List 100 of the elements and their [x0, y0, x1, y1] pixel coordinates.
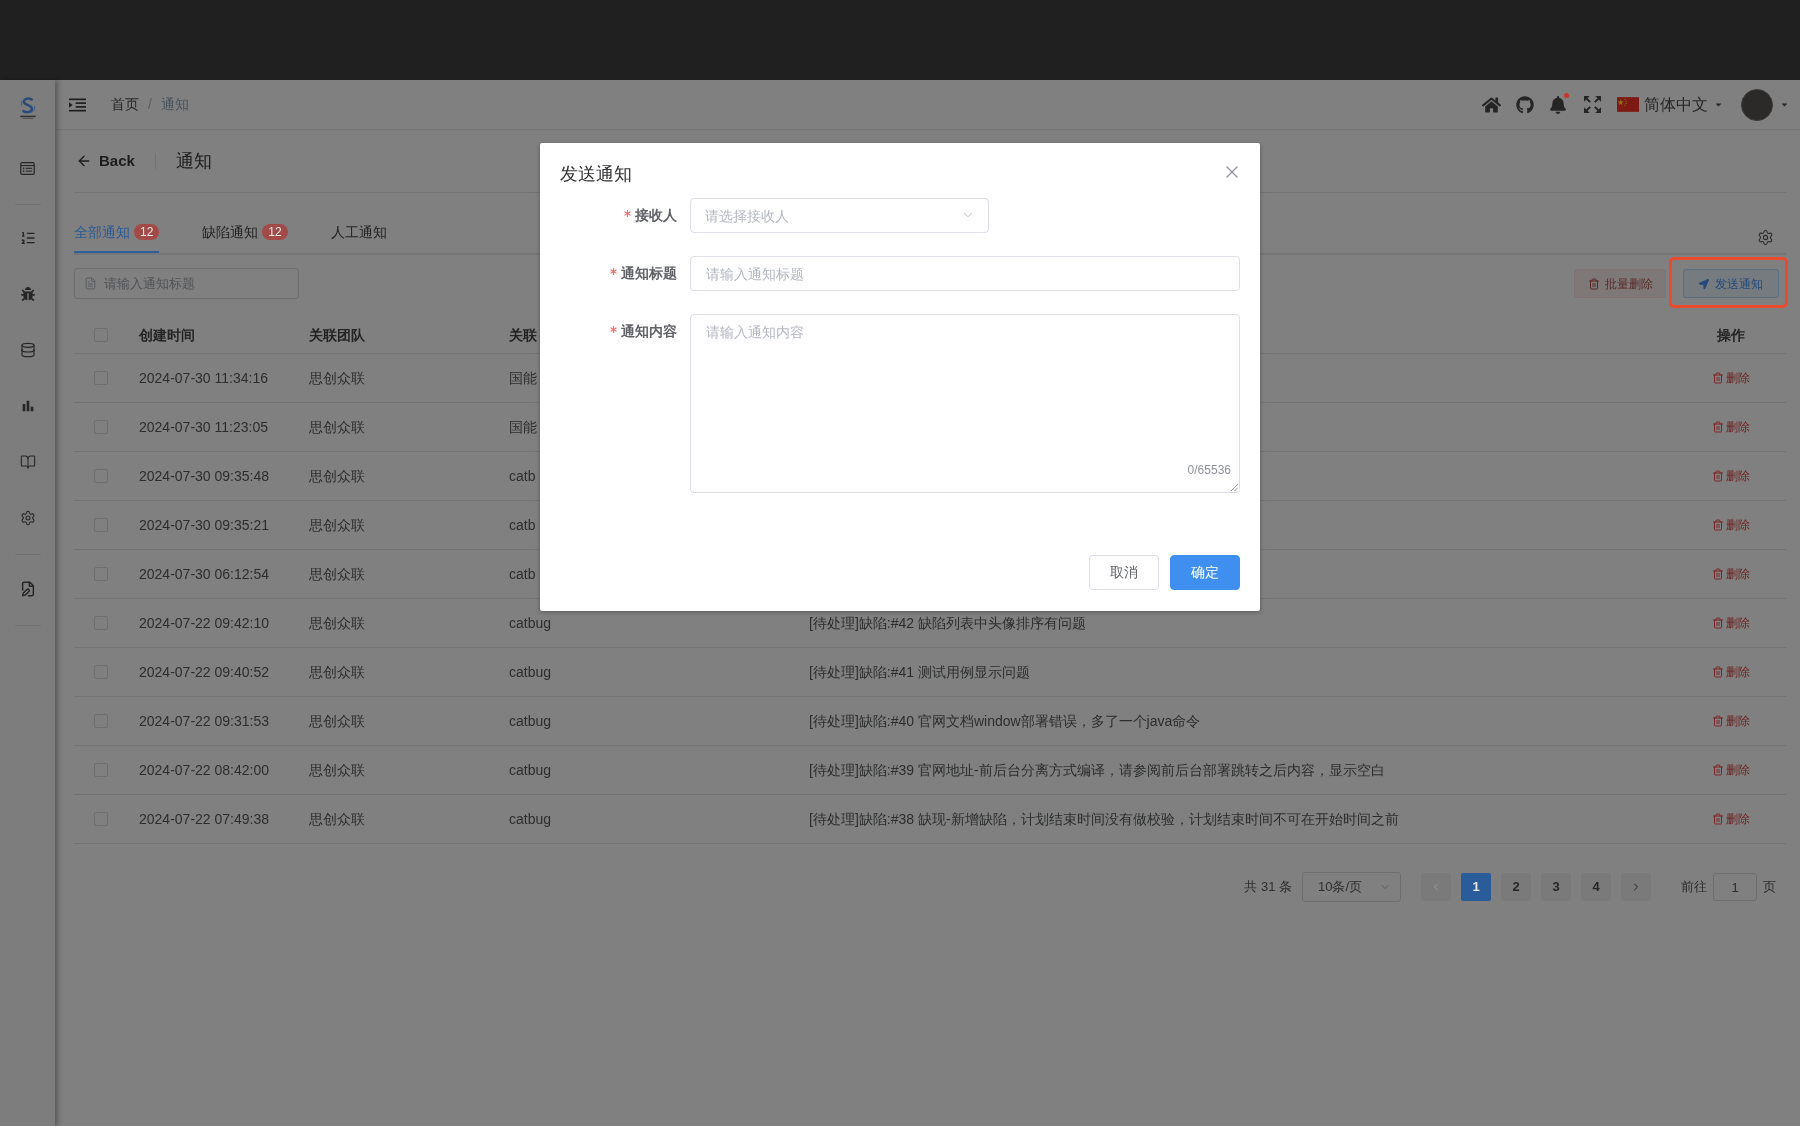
- delete-link[interactable]: 删除: [1712, 810, 1750, 828]
- table-cell: 思创众联: [309, 517, 365, 533]
- table-cell: [待处理]缺陷:#41 测试用例显示问题: [809, 664, 1030, 680]
- char-counter: 0/65536: [1187, 462, 1231, 479]
- breadcrumb-link[interactable]: 首页: [111, 94, 139, 115]
- count-badge: 12: [262, 224, 288, 240]
- cancel-button[interactable]: 取消: [1089, 555, 1159, 590]
- table-cell: 2024-07-22 07:49:38: [139, 811, 269, 827]
- table-cell: catb: [509, 517, 536, 533]
- trash-icon: [1712, 813, 1724, 825]
- column-header: 关联: [509, 326, 537, 343]
- bell-icon[interactable]: [1550, 96, 1566, 114]
- caret-icon: [1714, 100, 1723, 109]
- page-input[interactable]: 1: [1713, 873, 1757, 901]
- column-header: 创建时间: [139, 326, 195, 343]
- field-label: 通知标题: [621, 264, 677, 283]
- table-cell: 2024-07-30 11:23:05: [139, 419, 268, 435]
- dialog-title: 发送通知: [560, 163, 632, 186]
- table-cell: 2024-07-30 11:34:16: [139, 370, 268, 386]
- fullscreen-icon[interactable]: [1584, 96, 1601, 113]
- table-cell: [待处理]缺陷:#38 缺现-新增缺陷，计划结束时间没有做校验，计划结束时间不可在开始时间之前: [809, 811, 1399, 827]
- table-cell: 2024-07-22 08:42:00: [139, 762, 269, 778]
- settings-icon[interactable]: [1757, 229, 1774, 246]
- delete-link[interactable]: 删除: [1712, 565, 1750, 583]
- breadcrumb-separator: /: [148, 95, 152, 114]
- logo-icon: [17, 96, 38, 120]
- table-cell: 思创众联: [309, 713, 365, 729]
- table-cell: 思创众联: [309, 664, 365, 680]
- trash-icon: [1712, 470, 1724, 482]
- delete-link[interactable]: 删除: [1712, 712, 1750, 730]
- back-button[interactable]: Back: [76, 149, 135, 173]
- page-button[interactable]: 2: [1501, 873, 1531, 901]
- table-cell: catb: [509, 566, 536, 582]
- language-select[interactable]: 简体中文: [1617, 92, 1723, 117]
- page-button[interactable]: 4: [1581, 873, 1611, 901]
- table-cell: catbug: [509, 811, 552, 827]
- trash-icon: [1712, 666, 1724, 678]
- count-badge: 12: [134, 224, 160, 240]
- page-button[interactable]: 1: [1461, 873, 1491, 901]
- column-header: 关联团队: [309, 326, 365, 343]
- user-menu[interactable]: [1741, 88, 1789, 121]
- table-cell: 思创众联: [309, 370, 365, 386]
- close-icon[interactable]: [1226, 166, 1238, 178]
- delete-link[interactable]: 删除: [1712, 663, 1750, 681]
- trash-icon: [1712, 617, 1724, 629]
- table-cell: 2024-07-22 09:31:53: [139, 713, 269, 729]
- delete-link[interactable]: 删除: [1712, 467, 1750, 485]
- table-cell: 国能: [509, 419, 537, 435]
- delete-link[interactable]: 删除: [1712, 369, 1750, 387]
- delete-link[interactable]: 删除: [1712, 516, 1750, 534]
- field-label: 通知内容: [621, 322, 677, 341]
- table-cell: [待处理]缺陷:#39 官网地址-前后台分离方式编译，请参阅前后台部署跳转之后内容，显示空白: [809, 762, 1385, 778]
- database-icon[interactable]: [19, 342, 36, 358]
- table-cell: 思创众联: [309, 811, 365, 827]
- delete-link[interactable]: 删除: [1712, 761, 1750, 779]
- confirm-button[interactable]: 确定: [1170, 555, 1240, 590]
- bug-icon[interactable]: [20, 287, 35, 301]
- table-cell: 2024-07-30 06:12:54: [139, 566, 269, 582]
- trash-icon: [1712, 372, 1724, 384]
- document-icon: [84, 277, 97, 290]
- arrow-left-icon: [76, 153, 92, 169]
- trash-icon: [1712, 519, 1724, 531]
- page-button[interactable]: 3: [1541, 873, 1571, 901]
- table-cell: 2024-07-30 09:35:21: [139, 517, 269, 533]
- table-cell: 国能: [509, 370, 537, 386]
- table-cell: 思创众联: [309, 419, 365, 435]
- trash-icon: [1712, 421, 1724, 433]
- send-notification-button[interactable]: 发送通知: [1683, 269, 1779, 298]
- table-cell: 思创众联: [309, 566, 365, 582]
- menu-toggle-icon[interactable]: [69, 97, 86, 112]
- title-input[interactable]: 请输入通知标题: [690, 256, 1240, 291]
- recipient-select[interactable]: 请选择接收人: [690, 198, 989, 233]
- book-icon[interactable]: [19, 454, 36, 470]
- table-cell: catbug: [509, 762, 552, 778]
- delete-link[interactable]: 删除: [1712, 418, 1750, 436]
- trash-icon: [1712, 715, 1724, 727]
- delete-link[interactable]: 删除: [1712, 614, 1750, 632]
- table-cell: 思创众联: [309, 615, 365, 631]
- trash-icon: [1712, 568, 1724, 580]
- document-edit-icon[interactable]: [19, 581, 36, 597]
- paper-plane-icon: [1699, 278, 1709, 289]
- table-cell: catb: [509, 468, 536, 484]
- github-icon[interactable]: [1516, 95, 1534, 114]
- tab[interactable]: 人工通知: [330, 213, 387, 253]
- table-cell: 2024-07-22 09:40:52: [139, 664, 269, 680]
- page-title: 通知: [175, 149, 212, 173]
- tab[interactable]: 缺陷通知 12: [202, 213, 288, 253]
- settings-icon[interactable]: [19, 510, 36, 526]
- trash-icon: [1587, 277, 1600, 290]
- goto-label: 前往: [1681, 878, 1707, 897]
- caret-icon: [1780, 100, 1789, 109]
- list-icon[interactable]: [19, 230, 36, 246]
- table-cell: [待处理]缺陷:#42 缺陷列表中头像排序有问题: [809, 615, 1086, 631]
- resize-handle-icon[interactable]: [1231, 484, 1238, 491]
- page-size-select[interactable]: 10条/页: [1302, 872, 1401, 902]
- home-icon[interactable]: [1482, 95, 1501, 114]
- table-cell: 思创众联: [309, 468, 365, 484]
- field-label: 接收人: [635, 206, 677, 225]
- tab[interactable]: 全部通知 12: [74, 213, 160, 253]
- list-box-icon[interactable]: [20, 161, 35, 175]
